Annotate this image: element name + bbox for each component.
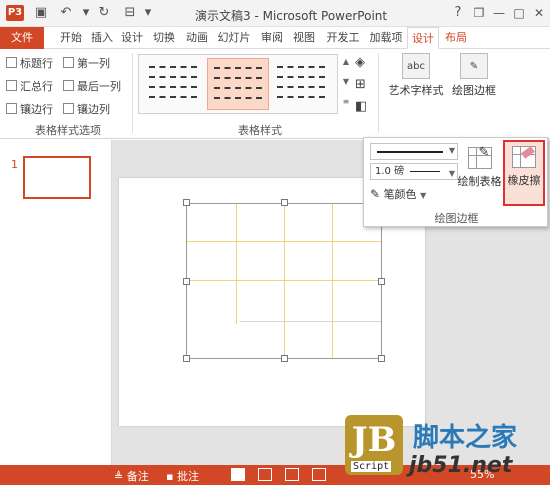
tab-addins[interactable]: 加载项 — [366, 27, 406, 49]
group-separator — [132, 53, 133, 133]
table-gridline — [236, 204, 237, 324]
tab-insert[interactable]: 插入 — [88, 27, 116, 49]
comment-icon: ▪ — [166, 470, 174, 483]
undo-dropdown-icon[interactable]: ▾ — [78, 5, 94, 21]
pen-style-dropdown[interactable]: ▼ — [370, 143, 458, 160]
checkbox-icon — [63, 103, 74, 114]
ribbon: 标题行 汇总行 镶边行 第一列 最后一列 镶边列 表格样式选项 ▲ ▼ ≡ ◈ … — [0, 49, 550, 139]
effects-icon[interactable]: ◧ — [355, 99, 367, 114]
checkbox-icon — [63, 57, 74, 68]
tab-view[interactable]: 视图 — [289, 27, 319, 49]
minimize-icon[interactable]: — — [490, 4, 508, 22]
checkbox-icon — [63, 80, 74, 91]
tab-slideshow[interactable]: 幻灯片 — [213, 27, 255, 49]
table-gridline — [332, 204, 333, 358]
watermark-url: jb51.net — [409, 453, 513, 478]
title-bar: P3 ▣ ↶ ▾ ↻ ⊟ ▾ 演示文稿3 - Microsoft PowerPo… — [0, 0, 550, 27]
table-gridline — [240, 321, 381, 322]
tab-table-layout[interactable]: 布局 — [441, 27, 471, 49]
checkbox-header-row[interactable]: 标题行 — [6, 55, 53, 71]
resize-handle[interactable] — [281, 199, 288, 206]
group-separator — [378, 53, 379, 133]
tab-file[interactable]: 文件 — [0, 27, 44, 49]
table-style-item[interactable] — [143, 58, 205, 110]
table-style-item-selected[interactable] — [207, 58, 269, 110]
watermark-script-label: Script — [351, 461, 392, 472]
slide-thumbnails-pane: 1 — [0, 140, 112, 465]
draw-borders-panel: ▼ 1.0 磅 ▼ ✎ 笔颜色 ▼ ✎ 绘制表格 橡皮擦 绘图边框 — [363, 137, 548, 227]
chevron-down-icon: ▼ — [448, 146, 455, 155]
redo-icon[interactable]: ↻ — [96, 5, 112, 21]
maximize-icon[interactable]: □ — [510, 4, 528, 22]
resize-handle[interactable] — [183, 199, 190, 206]
group-label-draw-borders: 绘图边框 — [434, 212, 479, 225]
tab-home[interactable]: 开始 — [56, 27, 86, 49]
ribbon-tabs: 文件 开始 插入 设计 切换 动画 幻灯片 审阅 视图 开发工 加载项 设计 布… — [0, 27, 550, 49]
table-style-item[interactable] — [271, 58, 333, 110]
tab-design[interactable]: 设计 — [118, 27, 146, 49]
checkbox-last-column[interactable]: 最后一列 — [63, 78, 121, 94]
resize-handle[interactable] — [183, 278, 190, 285]
checkbox-icon — [6, 57, 17, 68]
gallery-scroll-up-icon[interactable]: ▲ — [340, 57, 352, 66]
eraser-button[interactable]: 橡皮擦 — [503, 140, 545, 206]
normal-view-icon[interactable] — [231, 468, 245, 481]
checkbox-icon — [6, 103, 17, 114]
checkbox-first-column[interactable]: 第一列 — [63, 55, 110, 71]
gallery-more-icon[interactable]: ≡ — [340, 97, 352, 106]
group-label-style-options: 表格样式选项 — [35, 124, 101, 137]
draw-borders-icon: ✎ — [460, 53, 488, 79]
borders-icon[interactable]: ⊞ — [355, 77, 366, 92]
table-gridline — [284, 204, 285, 358]
resize-handle[interactable] — [378, 278, 385, 285]
resize-handle[interactable] — [378, 355, 385, 362]
tab-review[interactable]: 审阅 — [257, 27, 287, 49]
slideshow-view-icon[interactable] — [312, 468, 326, 481]
powerpoint-app-icon[interactable]: P3 — [6, 5, 24, 21]
slide-number: 1 — [11, 158, 18, 171]
reading-view-icon[interactable] — [285, 468, 299, 481]
tab-developer[interactable]: 开发工 — [322, 27, 364, 49]
draw-table-button[interactable]: ✎ 绘制表格 — [457, 143, 502, 189]
table-styles-gallery — [138, 54, 338, 114]
qat-dropdown-icon[interactable]: ▾ — [140, 5, 156, 21]
draw-table-icon: ✎ — [467, 145, 492, 169]
shading-icon[interactable]: ◈ — [355, 55, 365, 70]
restore-icon[interactable]: ❐ — [470, 4, 488, 22]
watermark: JB Script 脚本之家 jb51.net — [345, 415, 550, 485]
slideshow-icon[interactable]: ⊟ — [122, 5, 138, 21]
watermark-site-name: 脚本之家 — [413, 423, 518, 453]
group-label-table-styles: 表格样式 — [238, 124, 282, 137]
help-button[interactable]: ? — [449, 4, 467, 22]
slide-thumbnail[interactable] — [23, 156, 91, 199]
close-icon[interactable]: ✕ — [530, 4, 548, 22]
gallery-scroll-down-icon[interactable]: ▼ — [340, 77, 352, 86]
eraser-icon — [512, 146, 536, 168]
resize-handle[interactable] — [281, 355, 288, 362]
chevron-down-icon: ▼ — [448, 169, 455, 178]
pen-color-button[interactable]: ✎ 笔颜色 ▼ — [370, 186, 426, 202]
checkbox-banded-columns[interactable]: 镶边列 — [63, 101, 110, 117]
window-title: 演示文稿3 - Microsoft PowerPoint — [195, 9, 388, 23]
resize-handle[interactable] — [183, 355, 190, 362]
notes-icon: ≜ — [114, 470, 124, 483]
pen-weight-dropdown[interactable]: 1.0 磅 ▼ — [370, 163, 458, 180]
tab-transitions[interactable]: 切换 — [149, 27, 179, 49]
save-icon[interactable]: ▣ — [33, 5, 49, 21]
draw-borders-button[interactable]: ✎ 绘图边框 — [448, 53, 500, 98]
slide-sorter-view-icon[interactable] — [258, 468, 272, 481]
comments-button[interactable]: ▪ 批注 — [166, 468, 199, 484]
checkbox-total-row[interactable]: 汇总行 — [6, 78, 53, 94]
chevron-down-icon: ▼ — [420, 191, 427, 200]
pen-icon: ✎ — [370, 187, 381, 201]
tab-animations[interactable]: 动画 — [182, 27, 212, 49]
wordart-icon: abc — [402, 53, 430, 79]
checkbox-icon — [6, 80, 17, 91]
wordart-styles-button[interactable]: abc 艺术字样式 — [385, 53, 447, 98]
undo-icon[interactable]: ↶ — [58, 5, 74, 21]
tab-table-design[interactable]: 设计 — [407, 27, 439, 49]
checkbox-banded-rows[interactable]: 镶边行 — [6, 101, 53, 117]
notes-button[interactable]: ≜ 备注 — [114, 468, 149, 484]
